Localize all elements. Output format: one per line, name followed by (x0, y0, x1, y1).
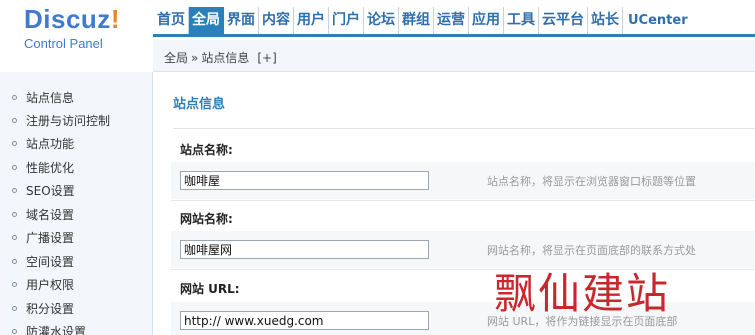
watermark: 飘仙建站 (494, 269, 671, 318)
logo-text: Discuz (24, 4, 111, 34)
top-navigation: 首页 全局 界面 内容 用户 门户 论坛 群组 运营 应用 工具 云平台 站长 … (153, 7, 755, 37)
sidebar-item-site-info[interactable]: 站点信息 (12, 87, 74, 109)
sidebar-item-label: 注册与访问控制 (26, 114, 111, 128)
breadcrumb-global[interactable]: 全局 (164, 51, 188, 65)
sidebar-item-label: 用户权限 (26, 278, 75, 292)
nav-interface[interactable]: 界面 (224, 7, 259, 34)
nav-forum[interactable]: 论坛 (364, 7, 399, 34)
sidebar-item-label: 防灌水设置 (26, 325, 87, 335)
nav-users[interactable]: 用户 (294, 7, 329, 34)
bullet-icon (12, 329, 17, 334)
bullet-icon (12, 212, 17, 217)
bullet-icon (12, 259, 17, 264)
site-name-tip: 站点名称，将显示在浏览器窗口标题等位置 (487, 175, 696, 188)
logo-title: Discuz! (24, 4, 120, 35)
sidebar-item-domain[interactable]: 域名设置 (12, 204, 74, 226)
row-divider (171, 200, 755, 201)
nav-cloud-platform[interactable]: 云平台 (539, 7, 588, 34)
header: Discuz! Control Panel 首页 全局 界面 内容 用户 门户 … (0, 0, 755, 72)
nav-content[interactable]: 内容 (259, 7, 294, 34)
sidebar-item-label: 域名设置 (26, 208, 75, 222)
sidebar-item-anti-spam[interactable]: 防灌水设置 (12, 321, 86, 335)
add-shortcut-button[interactable]: [+] (257, 51, 276, 65)
website-url-label: 网站 URL: (180, 282, 240, 296)
sidebar-item-site-features[interactable]: 站点功能 (12, 133, 74, 155)
website-url-input[interactable] (180, 311, 429, 330)
bullet-icon (12, 165, 17, 170)
sidebar: 站点信息 注册与访问控制 站点功能 性能优化 SEO设置 域名设置 广播设置 空… (0, 72, 153, 335)
site-name-input[interactable] (180, 171, 429, 190)
sidebar-item-label: 空间设置 (26, 255, 75, 269)
nav-operations[interactable]: 运营 (434, 7, 469, 34)
website-name-label: 网站名称: (180, 212, 233, 226)
sidebar-item-seo[interactable]: SEO设置 (12, 180, 75, 202)
sidebar-item-permissions[interactable]: 用户权限 (12, 274, 74, 296)
sidebar-item-space[interactable]: 空间设置 (12, 251, 74, 273)
logo-bang: ! (110, 4, 120, 34)
nav-groups[interactable]: 群组 (399, 7, 434, 34)
bullet-icon (12, 141, 17, 146)
bullet-icon (12, 306, 17, 311)
sidebar-item-registration[interactable]: 注册与访问控制 (12, 110, 110, 132)
bullet-icon (12, 282, 17, 287)
nav-home[interactable]: 首页 (153, 7, 189, 34)
sidebar-item-label: 站点信息 (26, 91, 75, 105)
sidebar-item-label: SEO设置 (26, 184, 75, 198)
website-name-input[interactable] (180, 240, 429, 259)
site-name-label: 站点名称: (180, 143, 233, 157)
sidebar-item-label: 性能优化 (26, 161, 75, 175)
nav-webmaster[interactable]: 站长 (588, 7, 623, 34)
sidebar-item-label: 广播设置 (26, 231, 75, 245)
sidebar-item-credits[interactable]: 积分设置 (12, 298, 74, 320)
breadcrumb: 全局» 站点信息 [+] (164, 49, 277, 66)
breadcrumb-bar: 全局» 站点信息 [+] (153, 40, 755, 72)
sidebar-item-label: 积分设置 (26, 302, 75, 316)
website-name-tip: 网站名称，将显示在页面底部的联系方式处 (487, 244, 696, 257)
breadcrumb-site-info: 站点信息 (201, 51, 250, 65)
bullet-icon (12, 235, 17, 240)
bullet-icon (12, 118, 17, 123)
breadcrumb-separator: » (191, 51, 199, 65)
nav-apps[interactable]: 应用 (469, 7, 504, 34)
sidebar-item-broadcast[interactable]: 广播设置 (12, 227, 74, 249)
bullet-icon (12, 188, 17, 193)
logo[interactable]: Discuz! Control Panel (0, 0, 153, 72)
nav-global[interactable]: 全局 (189, 7, 224, 34)
logo-subtitle: Control Panel (24, 36, 103, 51)
nav-portal[interactable]: 门户 (329, 7, 364, 34)
sidebar-item-label: 站点功能 (26, 137, 75, 151)
sidebar-item-performance[interactable]: 性能优化 (12, 157, 74, 179)
section-title: 站点信息 (173, 97, 226, 112)
nav-ucenter[interactable]: UCenter (623, 7, 692, 34)
section-divider (173, 128, 755, 129)
nav-tools[interactable]: 工具 (504, 7, 539, 34)
bullet-icon (12, 95, 17, 100)
